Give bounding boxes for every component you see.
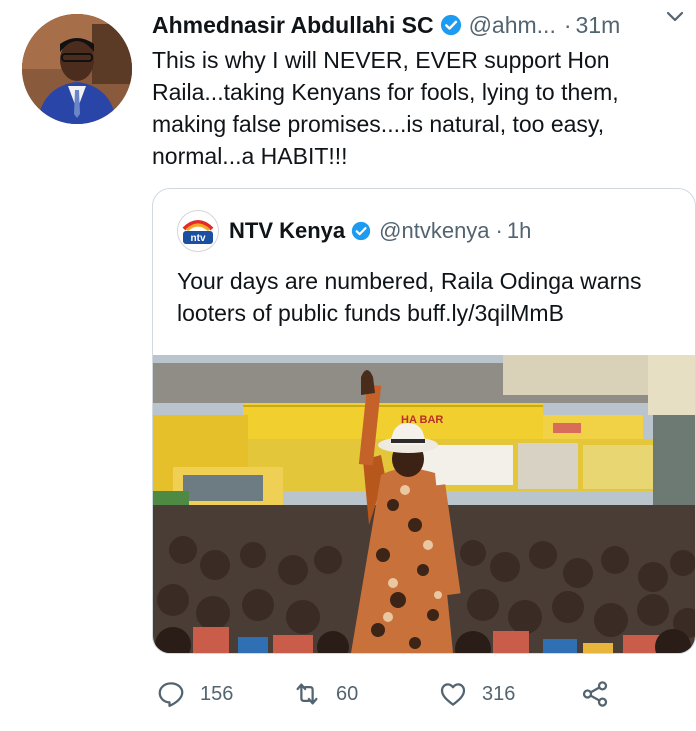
author-avatar[interactable] bbox=[22, 14, 132, 124]
like-count: 316 bbox=[482, 682, 516, 705]
author-handle[interactable]: @ahm... bbox=[469, 12, 556, 39]
quoted-author-name[interactable]: NTV Kenya bbox=[229, 218, 345, 244]
retweet-button[interactable]: 60 bbox=[292, 672, 358, 716]
reply-icon bbox=[158, 682, 184, 707]
quoted-tweet-timestamp[interactable]: 1h bbox=[507, 218, 531, 244]
quoted-tweet-card[interactable]: ntv NTV Kenya @ntvkenya · 1h Your days a… bbox=[152, 188, 696, 654]
heart-icon bbox=[440, 683, 466, 706]
reply-button[interactable]: 156 bbox=[156, 672, 233, 716]
ntv-logo-text: ntv bbox=[191, 233, 206, 244]
retweet-icon bbox=[296, 683, 318, 705]
tweet-action-bar: 156 60 316 bbox=[150, 672, 690, 716]
quoted-tweet-header: ntv NTV Kenya @ntvkenya · 1h bbox=[177, 210, 531, 252]
separator-dot: · bbox=[495, 218, 503, 243]
tweet-timestamp[interactable]: 31m bbox=[576, 12, 621, 39]
like-button[interactable]: 316 bbox=[438, 672, 515, 716]
quoted-tweet-text: Your days are numbered, Raila Odinga war… bbox=[177, 268, 642, 326]
separator-dot: · bbox=[563, 11, 572, 38]
tweet-header: Ahmednasir Abdullahi SC @ahm... · 31m bbox=[152, 8, 692, 42]
quoted-author-avatar[interactable]: ntv bbox=[177, 210, 219, 252]
verified-badge-icon bbox=[440, 14, 462, 36]
reply-count: 156 bbox=[200, 682, 234, 705]
author-name[interactable]: Ahmednasir Abdullahi SC bbox=[152, 12, 434, 39]
share-icon bbox=[582, 681, 608, 707]
quoted-author-handle[interactable]: @ntvkenya bbox=[379, 218, 489, 244]
share-button[interactable] bbox=[580, 672, 610, 716]
retweet-count: 60 bbox=[336, 682, 359, 705]
chevron-down-icon[interactable] bbox=[664, 6, 686, 28]
tweet-text: This is why I will NEVER, EVER support H… bbox=[152, 47, 619, 169]
verified-badge-icon bbox=[351, 221, 371, 241]
quoted-tweet-photo[interactable]: HA BAR bbox=[153, 355, 695, 653]
